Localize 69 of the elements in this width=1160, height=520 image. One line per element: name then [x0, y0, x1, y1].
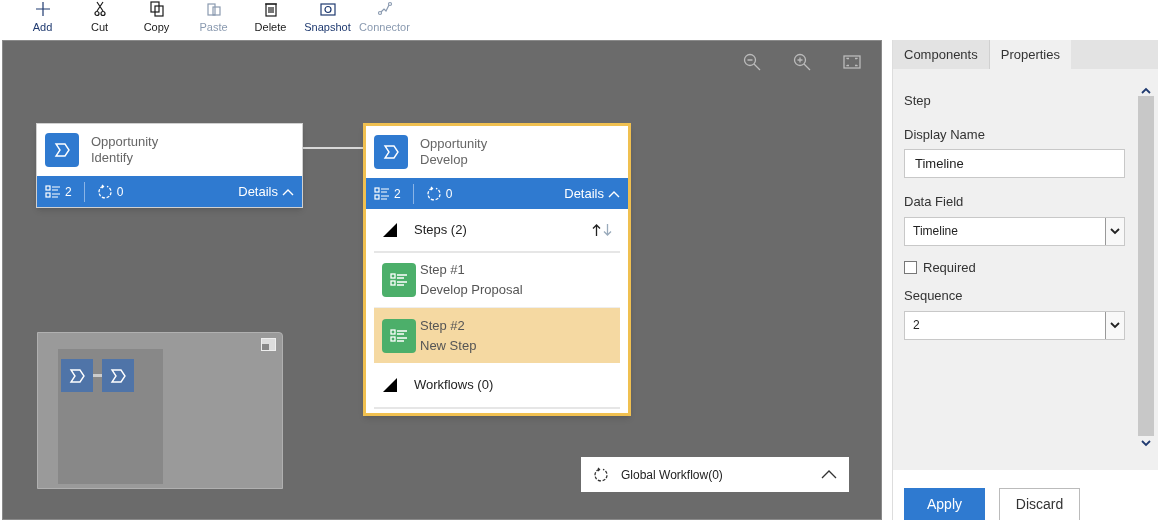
- stage-icon: [102, 359, 134, 392]
- section-title: Workflows (0): [414, 376, 494, 395]
- stage-icon: [61, 359, 93, 392]
- move-up-icon[interactable]: [592, 224, 601, 236]
- discard-button[interactable]: Discard: [999, 488, 1080, 520]
- collapse-triangle-icon: [382, 222, 398, 238]
- toolbar-button[interactable]: Cut: [71, 0, 128, 35]
- data-field-select[interactable]: Timeline: [904, 216, 1125, 246]
- expand-icon[interactable]: [261, 338, 276, 351]
- scroll-down-icon[interactable]: [1141, 440, 1151, 447]
- field-label: Display Name: [904, 125, 986, 144]
- scroll-up-icon[interactable]: [1141, 87, 1151, 94]
- stage-entity: Opportunity: [91, 134, 159, 150]
- step-title: Step #1: [420, 261, 466, 279]
- details-toggle[interactable]: Details: [238, 181, 294, 202]
- toolbar-button[interactable]: Add: [14, 0, 71, 35]
- step-item[interactable]: Step #2 New Step: [374, 308, 620, 363]
- toolbar-button[interactable]: Copy: [128, 0, 185, 35]
- steps-icon: [374, 187, 390, 200]
- details-toggle[interactable]: Details: [564, 183, 620, 204]
- workflows-count: 0: [445, 185, 453, 203]
- global-workflow-bar[interactable]: Global Workflow(0): [581, 457, 849, 492]
- chevron-up-icon: [821, 470, 837, 479]
- stage-card[interactable]: Opportunity Identify 2 0 Details: [36, 123, 303, 208]
- collapse-triangle-icon: [382, 377, 398, 393]
- connector-line: [303, 147, 363, 149]
- steps-count: 2: [394, 185, 401, 203]
- step-title: Step #2: [420, 316, 466, 335]
- stage-name: Identify: [91, 150, 134, 166]
- sequence-select[interactable]: 2: [904, 310, 1125, 340]
- cycle-icon: [593, 466, 609, 483]
- zoom-out-icon[interactable]: [743, 53, 761, 71]
- step-name: Develop Proposal: [420, 281, 523, 299]
- fit-screen-icon[interactable]: [843, 53, 861, 71]
- toolbar-button[interactable]: Snapshot: [299, 0, 356, 35]
- section-heading: Step: [904, 92, 932, 110]
- field-label: Sequence: [904, 287, 964, 305]
- stage-icon: [45, 133, 79, 167]
- scrollbar-track[interactable]: [1138, 96, 1154, 436]
- toolbar-button[interactable]: Delete: [242, 0, 299, 35]
- scissors-icon: [91, 0, 108, 17]
- workflows-count: 0: [116, 183, 124, 201]
- field-label: Data Field: [904, 193, 965, 211]
- stage-name: Develop: [420, 152, 469, 168]
- plus-icon: [34, 0, 51, 17]
- trash-icon: [262, 0, 279, 17]
- stage-card[interactable]: Opportunity Develop 2 0 Details Steps (2) Step #1 Develop Proposal Step #2 New Step Workflows (0): [363, 123, 631, 416]
- copy-icon: [148, 0, 165, 17]
- step-icon: [382, 318, 416, 353]
- apply-button[interactable]: Apply: [904, 488, 985, 520]
- section-title: Steps (2): [414, 221, 467, 240]
- step-icon: [382, 263, 416, 297]
- required-checkbox[interactable]: [904, 260, 917, 274]
- display-name-field[interactable]: Timeline: [904, 149, 1125, 178]
- cycle-icon: [96, 183, 113, 200]
- checkbox-label: Required: [923, 258, 976, 277]
- panel-tab[interactable]: Properties: [989, 40, 1071, 69]
- chevron-up-icon: [282, 187, 294, 196]
- zoom-in-icon[interactable]: [793, 53, 811, 71]
- stage-entity: Opportunity: [420, 136, 488, 152]
- stage-icon: [374, 135, 408, 169]
- steps-icon: [45, 185, 61, 198]
- step-name: New Step: [420, 336, 477, 355]
- camera-icon: [319, 0, 336, 17]
- chevron-up-icon: [608, 189, 620, 198]
- paste-icon: [205, 0, 222, 17]
- connector-icon: [376, 0, 393, 17]
- cycle-icon: [425, 185, 442, 202]
- steps-count: 2: [65, 183, 72, 201]
